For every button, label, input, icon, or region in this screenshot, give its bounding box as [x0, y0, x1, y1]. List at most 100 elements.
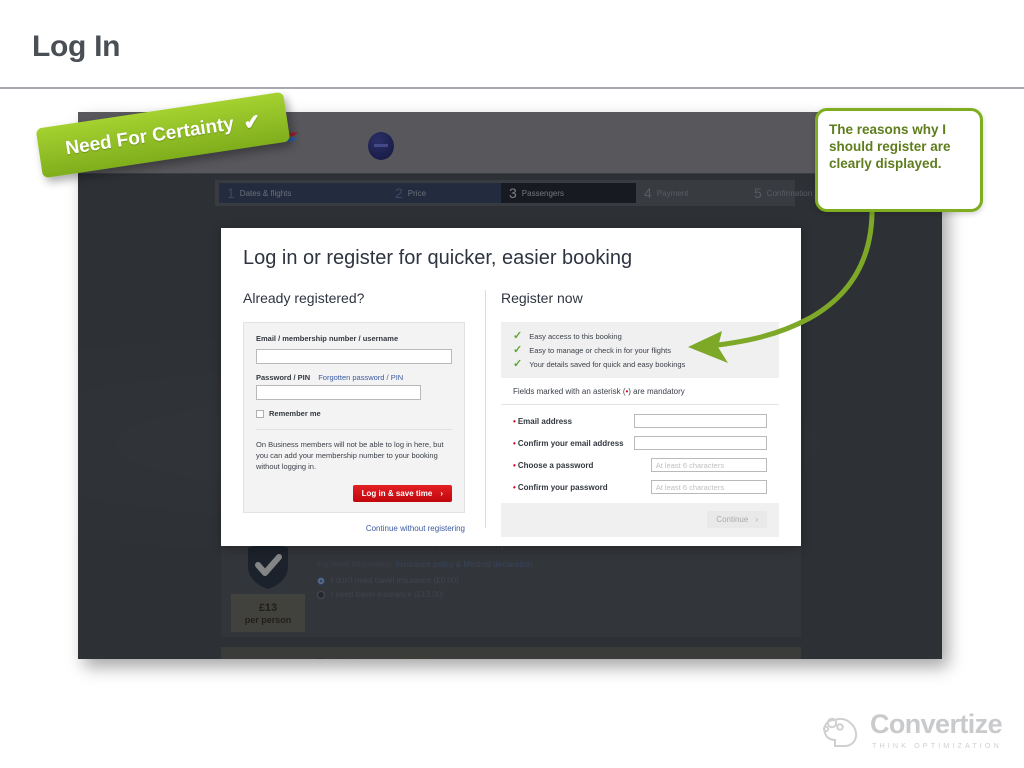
insurance-price-amount: £13 — [258, 601, 278, 614]
continue-without-registering-link[interactable]: Continue without registering — [366, 524, 465, 533]
register-form: • Email address • Confirm your email addre… — [501, 405, 779, 503]
register-continue-label: Continue — [716, 515, 749, 524]
password-input[interactable] — [256, 385, 421, 400]
register-field-label: • Choose a password — [513, 461, 651, 470]
remember-me-label: Remember me — [269, 409, 321, 418]
register-now-column: Register now ✓ Easy access to this booki… — [501, 290, 779, 537]
email-field-label: Email / membership number / username — [256, 334, 399, 343]
register-field-label-text: Choose a password — [517, 460, 594, 470]
register-field-label-text: Email address — [517, 416, 573, 426]
step-number: 1 — [227, 185, 235, 201]
remember-me-row[interactable]: Remember me — [256, 409, 452, 418]
check-icon: ✓ — [513, 358, 523, 370]
slide-header: Log In — [0, 0, 1024, 89]
radio-selected-icon[interactable] — [317, 576, 325, 585]
insurance-total-label: Total for insurance: — [317, 657, 400, 659]
booking-page-screenshot: AYS Buy trave 1 Dates & flights 2 Price … — [78, 112, 942, 659]
mandatory-note-prefix: Fields marked with an asterisk ( — [513, 387, 626, 396]
register-field-label-text: Confirm your email address — [517, 438, 624, 448]
benefit-item: ✓ Easy to manage or check in for your fl… — [513, 344, 767, 356]
check-icon: ✓ — [513, 330, 523, 342]
step-label: Confirmation — [766, 188, 813, 198]
insurance-total-bar: Total for insurance: £0.00 — [221, 647, 801, 659]
register-field-label: • Confirm your email address — [513, 439, 634, 448]
register-now-heading: Register now — [501, 290, 583, 306]
step-number: 5 — [754, 185, 762, 201]
mandatory-fields-note: Fields marked with an asterisk (•) are m… — [501, 378, 779, 405]
email-input[interactable] — [256, 349, 452, 364]
benefit-label: Easy access to this booking — [529, 332, 622, 341]
radio-unselected-icon[interactable] — [317, 590, 325, 599]
register-password-input[interactable] — [650, 458, 767, 472]
benefit-item: ✓ Your details saved for quick and easy … — [513, 358, 767, 370]
already-registered-heading: Already registered? — [243, 290, 365, 306]
password-field-label: Password / PIN — [256, 373, 311, 382]
register-confirm-email-input[interactable] — [634, 436, 767, 450]
log-in-button-label: Log in & save time — [361, 488, 433, 498]
benefit-label: Easy to manage or check in for your flig… — [529, 346, 671, 355]
step-number: 4 — [644, 185, 652, 201]
register-continue-button[interactable]: Continue › — [707, 511, 767, 528]
register-field-row: • Confirm your email address — [513, 436, 767, 450]
chevron-right-icon: › — [440, 488, 443, 498]
header-divider — [0, 87, 1024, 89]
password-label-row: Password / PIN Forgotten password / PIN — [256, 373, 452, 382]
step-passengers[interactable]: 3 Passengers — [501, 183, 636, 203]
register-field-row: • Confirm your password — [513, 480, 767, 494]
already-registered-column: Already registered? Email / membership n… — [243, 290, 465, 533]
booking-progress-steps: 1 Dates & flights 2 Price 3 Passengers 4… — [215, 180, 812, 206]
insurance-total: Total for insurance: £0.00 — [317, 657, 429, 659]
insurance-total-amount: £0.00 — [406, 657, 429, 659]
required-asterisk-icon: • — [513, 482, 516, 492]
required-asterisk-icon: • — [513, 438, 516, 448]
page-title: Log In — [32, 30, 121, 63]
register-field-label: • Email address — [513, 417, 634, 426]
log-in-save-time-button[interactable]: Log in & save time › — [352, 484, 452, 502]
convertize-brand-name: Convertize — [869, 709, 1003, 739]
convertize-logo: Convertize THINK OPTIMIZATION — [821, 709, 1003, 751]
check-icon: ✓ — [513, 344, 523, 356]
step-label: Passengers — [521, 188, 565, 198]
insurance-option-accept[interactable]: I need travel insurance (£13.00) — [317, 590, 444, 599]
checkbox-icon[interactable] — [256, 409, 264, 418]
step-dates-flights[interactable]: 1 Dates & flights — [219, 183, 387, 203]
insurance-policy-link[interactable]: Insurance policy & Medical declaration — [396, 560, 533, 569]
annotation-callout: The reasons why I should register are cl… — [815, 108, 983, 212]
step-price[interactable]: 2 Price — [387, 183, 501, 203]
register-field-label: • Confirm your password — [513, 483, 651, 492]
step-number: 2 — [395, 185, 403, 201]
insurance-price-chip: £13 per person — [231, 594, 305, 632]
insurance-badge: £13 per person — [229, 538, 307, 632]
register-field-row: • Email address — [513, 414, 767, 428]
check-icon: ✔ — [242, 110, 262, 135]
convertize-tagline: THINK OPTIMIZATION — [871, 741, 1002, 750]
step-number: 3 — [509, 185, 517, 201]
insurance-option-decline[interactable]: I don't need travel insurance (£0.00) — [317, 576, 459, 585]
required-asterisk-icon: • — [513, 460, 516, 470]
column-divider — [485, 290, 486, 528]
shield-check-icon — [248, 541, 288, 589]
login-form: Email / membership number / username Pas… — [243, 322, 465, 513]
login-cta-row: Log in & save time › — [256, 484, 452, 502]
register-field-row: • Choose a password — [513, 458, 767, 472]
insurance-more-info-prefix: For more information: — [317, 560, 396, 569]
register-confirm-password-input[interactable] — [650, 480, 767, 494]
brain-gears-icon — [822, 717, 858, 747]
insurance-price-per: per person — [244, 614, 292, 625]
continue-without-registering-row: Continue without registering — [243, 524, 465, 533]
mandatory-note-suffix: ) are mandatory — [628, 387, 685, 396]
register-field-label-text: Confirm your password — [517, 482, 608, 492]
benefit-label: Your details saved for quick and easy bo… — [529, 360, 686, 369]
required-asterisk-icon: • — [513, 416, 516, 426]
oneworld-logo-icon — [368, 132, 394, 160]
login-register-modal: Log in or register for quicker, easier b… — [221, 228, 801, 546]
insurance-more-info: For more information: Insurance policy &… — [317, 560, 532, 569]
step-label: Payment — [656, 188, 689, 198]
register-footer: Continue › — [501, 503, 779, 537]
convertize-wordmark: Convertize THINK OPTIMIZATION — [869, 709, 1003, 751]
chevron-right-icon: › — [755, 515, 758, 524]
step-label: Dates & flights — [239, 188, 292, 198]
insurance-panel: £13 per person Add insurance for this tr… — [221, 532, 801, 637]
register-email-input[interactable] — [634, 414, 767, 428]
forgotten-password-link[interactable]: Forgotten password / PIN — [318, 373, 403, 382]
